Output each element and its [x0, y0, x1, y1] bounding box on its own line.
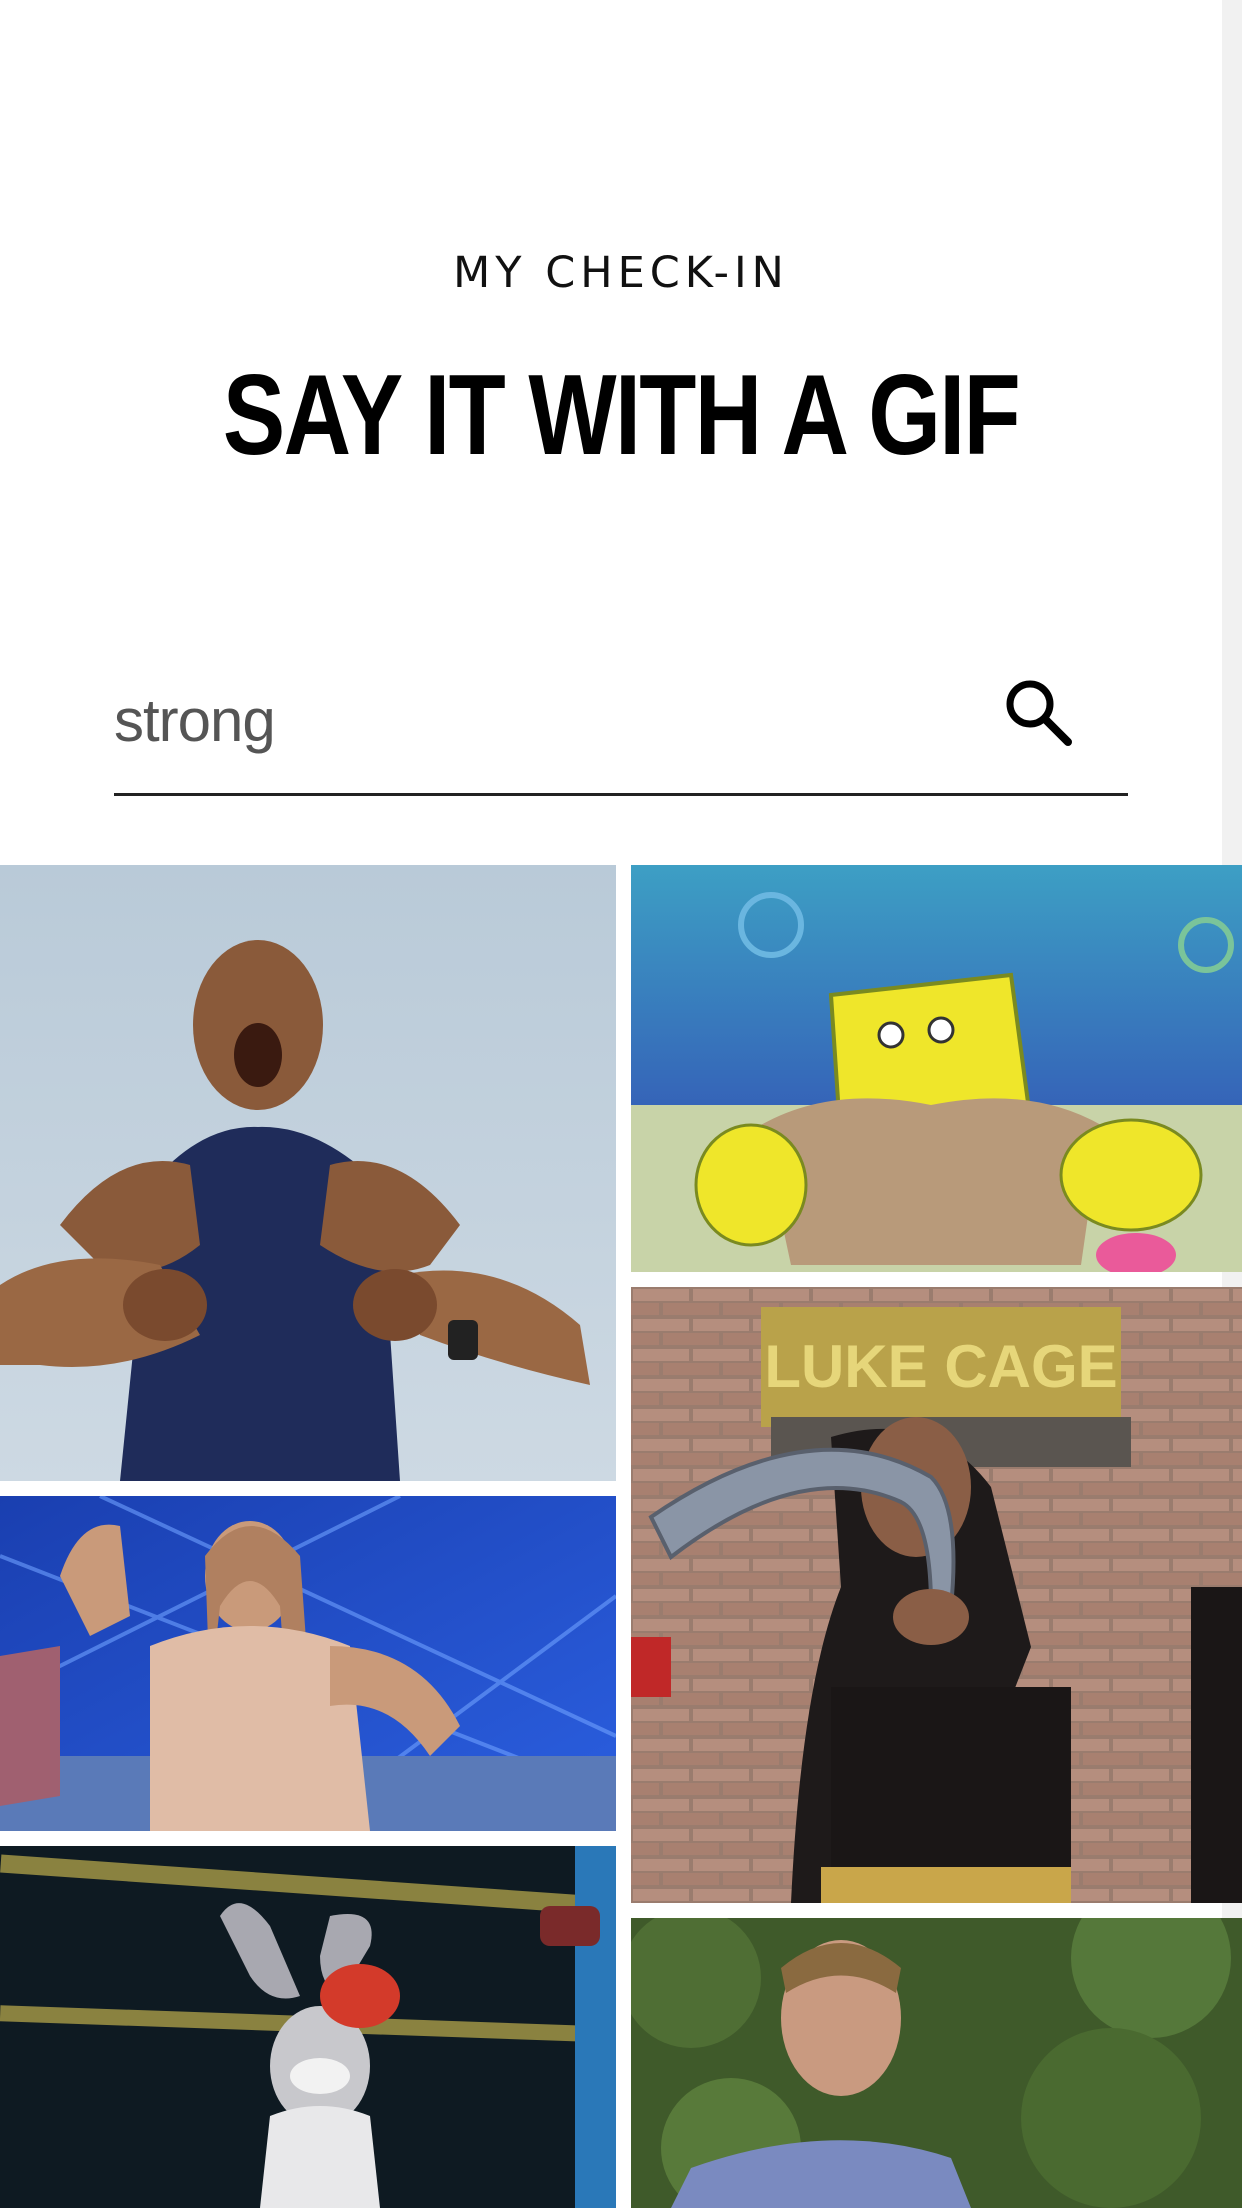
gif-chris-evans-running-image — [631, 1918, 1242, 2208]
eyebrow-label: MY CHECK-IN — [453, 248, 789, 298]
gif-jlo-flexing[interactable] — [0, 1496, 616, 1831]
gif-results-grid: LUKE CAGE — [0, 860, 1242, 2208]
search-input[interactable] — [114, 680, 974, 760]
page-title: SAY IT WITH A GIF — [222, 352, 1021, 479]
gif-spongebob-muscles-image — [631, 865, 1242, 1272]
search-bar — [114, 650, 1128, 796]
gif-spongebob-muscles[interactable] — [631, 865, 1242, 1272]
gif-luke-cage-bending-pipe-image: LUKE CAGE — [631, 1287, 1242, 1903]
search-icon — [1006, 680, 1072, 746]
gif-luke-cage-bending-pipe[interactable]: LUKE CAGE — [631, 1287, 1242, 1903]
search-underline — [114, 793, 1128, 796]
gif-bugs-bunny-boxing[interactable] — [0, 1846, 616, 2208]
search-button[interactable] — [998, 672, 1078, 752]
luke-cage-sign: LUKE CAGE — [764, 1333, 1117, 1400]
gif-jlo-flexing-image — [0, 1496, 616, 1831]
gif-bugs-bunny-boxing-image — [0, 1846, 616, 2208]
gif-rock-flexing[interactable] — [0, 865, 616, 1481]
gif-rock-flexing-image — [0, 865, 616, 1481]
gif-chris-evans-running[interactable] — [631, 1918, 1242, 2208]
gif-checkin-page: MY CHECK-IN SAY IT WITH A GIF strong LUK… — [0, 0, 1242, 2208]
